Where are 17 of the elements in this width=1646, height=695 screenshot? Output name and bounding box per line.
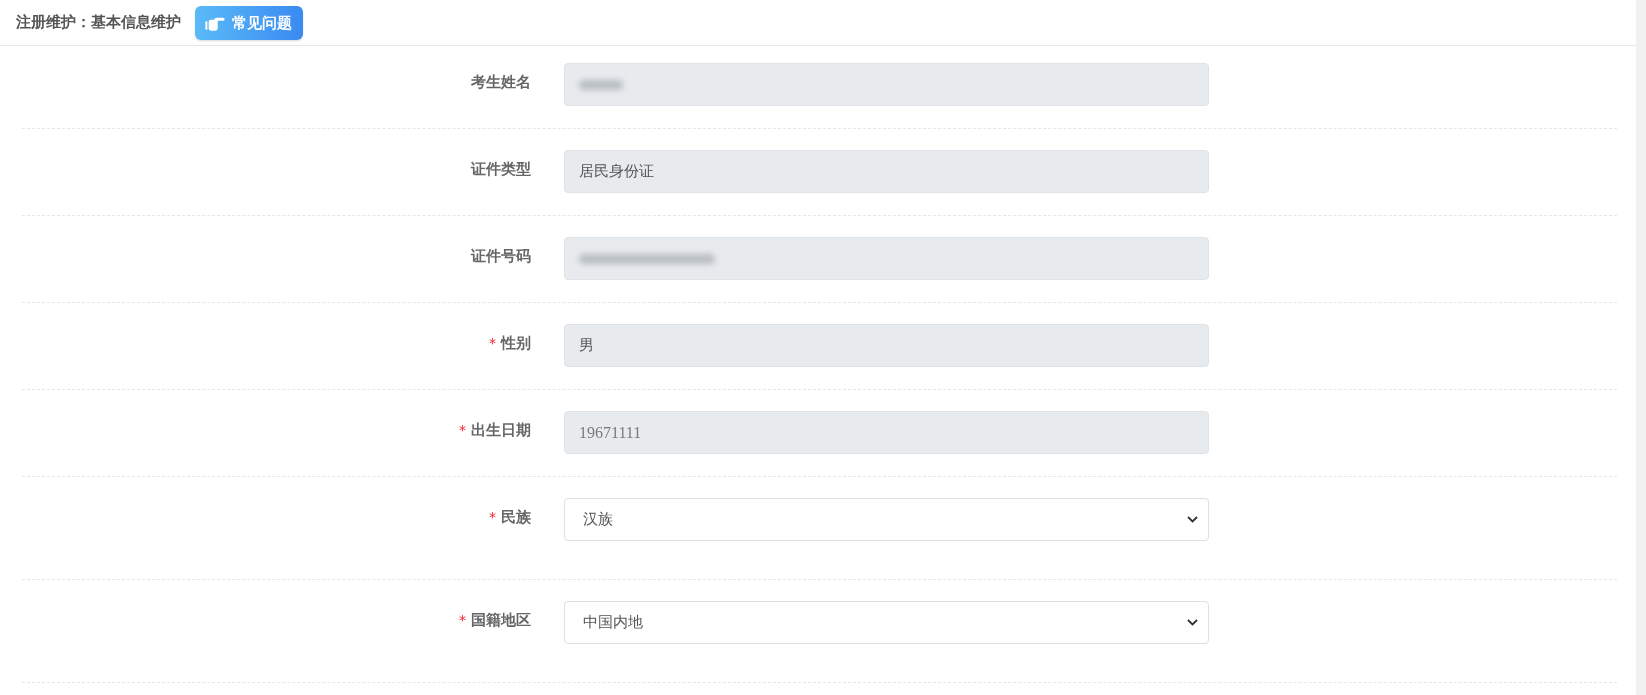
- field-label: 国籍地区: [471, 610, 531, 631]
- required-asterisk: *: [489, 334, 496, 353]
- select-field[interactable]: 汉族: [564, 498, 1209, 541]
- field-label: 考生姓名: [471, 72, 531, 93]
- field-label: 民族: [501, 507, 531, 528]
- required-asterisk: *: [459, 421, 466, 440]
- field-label: 出生日期: [471, 420, 531, 441]
- select-field[interactable]: 中国内地: [564, 601, 1209, 644]
- required-asterisk: *: [459, 611, 466, 630]
- field-label: 证件号码: [471, 246, 531, 267]
- chevron-down-icon: [1187, 619, 1198, 626]
- scrollbar-track[interactable]: [1636, 0, 1646, 695]
- required-asterisk: *: [489, 508, 496, 527]
- chevron-down-icon: [1187, 516, 1198, 523]
- field-label: 性别: [501, 333, 531, 354]
- field-label: 证件类型: [471, 159, 531, 180]
- page-title: 注册维护：基本信息维护: [16, 13, 181, 32]
